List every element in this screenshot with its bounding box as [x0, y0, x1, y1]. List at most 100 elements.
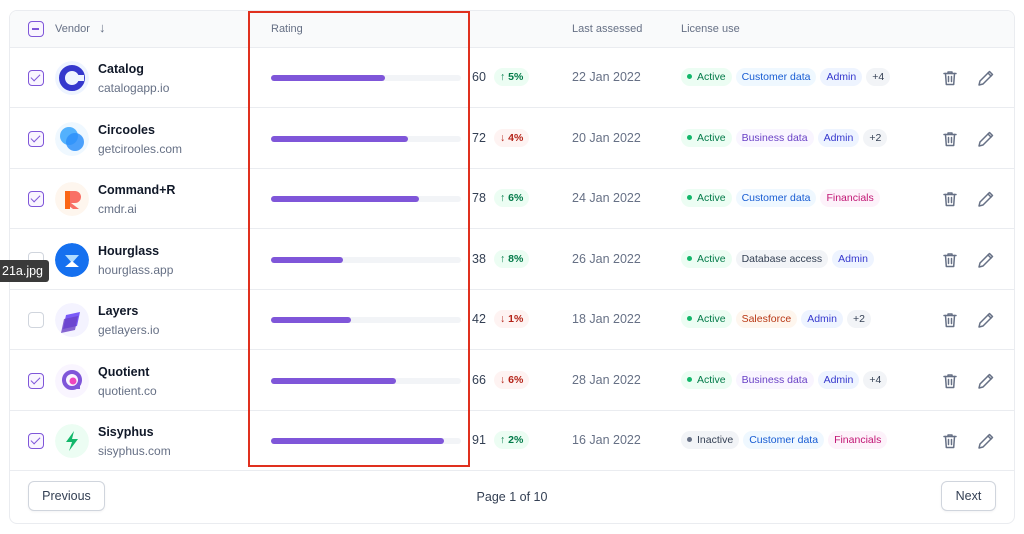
license-tags: Inactive Customer data Financials: [681, 431, 888, 449]
rating-score: 91: [472, 433, 486, 447]
row-checkbox[interactable]: [28, 70, 44, 86]
vendor-domain: getcirooles.com: [98, 141, 183, 156]
select-all-checkbox[interactable]: [28, 21, 44, 37]
license-tag: +4: [866, 68, 891, 86]
license-tag: +2: [846, 310, 871, 328]
rating-change-value: 1%: [508, 313, 524, 325]
table-row[interactable]: Sisyphus sisyphus.com 91 ↑ 2% 16 Jan 2022 Ina…: [10, 411, 1014, 471]
vendor-name: Catalog: [98, 62, 144, 76]
table-row[interactable]: Circooles getcirooles.com 72 ↓ 4% 20 Jan 202…: [10, 109, 1014, 169]
layers-logo-icon: [55, 303, 89, 337]
rating-bar: [271, 196, 461, 202]
license-tag: Admin: [817, 128, 860, 147]
last-assessed-date: 24 Jan 2022: [572, 191, 641, 205]
rating-bar-fill: [271, 256, 344, 263]
column-header-license-use[interactable]: License use: [681, 23, 740, 35]
table-row[interactable]: Quotient quotient.co 66 ↓ 6% 28 Jan 2022 Acti…: [10, 351, 1014, 411]
circooles-logo-icon: [55, 121, 89, 156]
vendor-name: Layers: [98, 304, 139, 318]
rating-score: 72: [472, 130, 486, 145]
rating-change-value: 2%: [508, 434, 524, 446]
last-assessed-date: 18 Jan 2022: [572, 312, 641, 326]
rating-bar: [271, 317, 461, 323]
edit-pencil-icon[interactable]: [976, 371, 996, 391]
last-assessed-date: 16 Jan 2022: [572, 433, 641, 447]
license-tag: Admin: [820, 68, 863, 86]
rating-score: 42: [472, 312, 486, 326]
rating-bar-fill: [271, 317, 351, 323]
arrow-down-icon: ↓: [500, 373, 506, 386]
rating-bar-fill: [271, 75, 385, 81]
vendor-name: Hourglass: [98, 243, 160, 258]
last-assessed-date: 22 Jan 2022: [572, 70, 641, 84]
rating-change-badge: ↓ 4%: [494, 128, 530, 147]
license-tag: Salesforce: [735, 310, 798, 328]
row-checkbox[interactable]: [28, 130, 44, 147]
column-header-rating[interactable]: Rating: [271, 23, 303, 35]
license-tag: Active: [681, 189, 732, 207]
row-checkbox[interactable]: [28, 191, 44, 207]
edit-pencil-icon[interactable]: [976, 189, 996, 209]
last-assessed-date: 28 Jan 2022: [572, 372, 641, 387]
edit-pencil-icon[interactable]: [976, 68, 996, 88]
license-tag: +4: [863, 370, 888, 389]
vendor-domain: cmdr.ai: [98, 202, 137, 216]
license-tag: Customer data: [735, 189, 817, 207]
delete-trash-icon[interactable]: [940, 189, 960, 209]
rating-bar: [271, 256, 461, 263]
hourglass-logo-icon: [55, 242, 89, 277]
license-tags: Active Business data Admin +4: [681, 370, 888, 389]
rating-bar: [271, 377, 461, 384]
vendor-name: Circooles: [98, 122, 155, 137]
license-tag: Customer data: [743, 431, 825, 449]
vendor-domain: quotient.co: [98, 383, 157, 398]
license-tag: Business data: [735, 128, 814, 147]
edit-pencil-icon[interactable]: [976, 310, 996, 330]
edit-pencil-icon[interactable]: [976, 431, 996, 451]
license-tags: Active Salesforce Admin +2: [681, 310, 871, 328]
file-name-label: 21a.jpg: [0, 260, 50, 282]
rating-change-badge: ↑ 2%: [494, 431, 530, 449]
delete-trash-icon[interactable]: [940, 250, 960, 270]
sort-arrow-down-icon[interactable]: ↓: [99, 20, 106, 35]
delete-trash-icon[interactable]: [940, 68, 960, 88]
edit-pencil-icon[interactable]: [976, 129, 996, 149]
arrow-down-icon: ↓: [500, 313, 506, 325]
rating-change-badge: ↓ 6%: [494, 370, 530, 389]
rating-score: 78: [472, 191, 486, 205]
edit-pencil-icon[interactable]: [976, 250, 996, 270]
delete-trash-icon[interactable]: [940, 310, 960, 330]
rating-change-badge: ↑ 8%: [494, 249, 530, 268]
rating-change-value: 6%: [508, 373, 524, 386]
column-header-last-assessed[interactable]: Last assessed: [572, 23, 642, 35]
license-tag: +2: [863, 128, 888, 147]
vendor-name: Quotient: [98, 364, 150, 379]
vendor-domain: catalogapp.io: [98, 81, 170, 95]
arrow-up-icon: ↑: [500, 252, 506, 265]
row-checkbox[interactable]: [28, 433, 44, 449]
catalog-logo-icon: [55, 61, 89, 95]
license-tag: Active: [681, 128, 732, 147]
row-checkbox[interactable]: [28, 312, 44, 328]
license-tag: Active: [681, 370, 732, 389]
license-tag: Active: [681, 68, 732, 86]
vendor-name: Sisyphus: [98, 425, 154, 439]
license-tag: Admin: [832, 249, 874, 268]
sisyphus-logo-icon: [55, 424, 89, 458]
next-button[interactable]: Next: [941, 481, 996, 511]
license-tag: Active: [681, 249, 732, 268]
row-checkbox[interactable]: [28, 372, 44, 389]
license-tags: Active Database access Admin: [681, 249, 874, 268]
delete-trash-icon[interactable]: [940, 129, 960, 149]
column-header-vendor[interactable]: Vendor: [55, 23, 90, 35]
rating-change-value: 6%: [508, 192, 524, 204]
quotient-logo-icon: [55, 363, 89, 398]
delete-trash-icon[interactable]: [940, 431, 960, 451]
table-row[interactable]: Layers getlayers.io 42 ↓ 1% 18 Jan 2022 Activ…: [10, 290, 1014, 350]
table-row[interactable]: Catalog catalogapp.io 60 ↑ 5% 22 Jan 2022 Act…: [10, 48, 1014, 108]
table-row[interactable]: Command+R cmdr.ai 78 ↑ 6% 24 Jan 2022 Active C…: [10, 169, 1014, 229]
vendor-domain: getlayers.io: [98, 323, 160, 337]
delete-trash-icon[interactable]: [940, 371, 960, 391]
arrow-down-icon: ↓: [500, 131, 506, 144]
table-row[interactable]: Hourglass hourglass.app 38 ↑ 8% 26 Jan 2022 A…: [10, 230, 1014, 290]
